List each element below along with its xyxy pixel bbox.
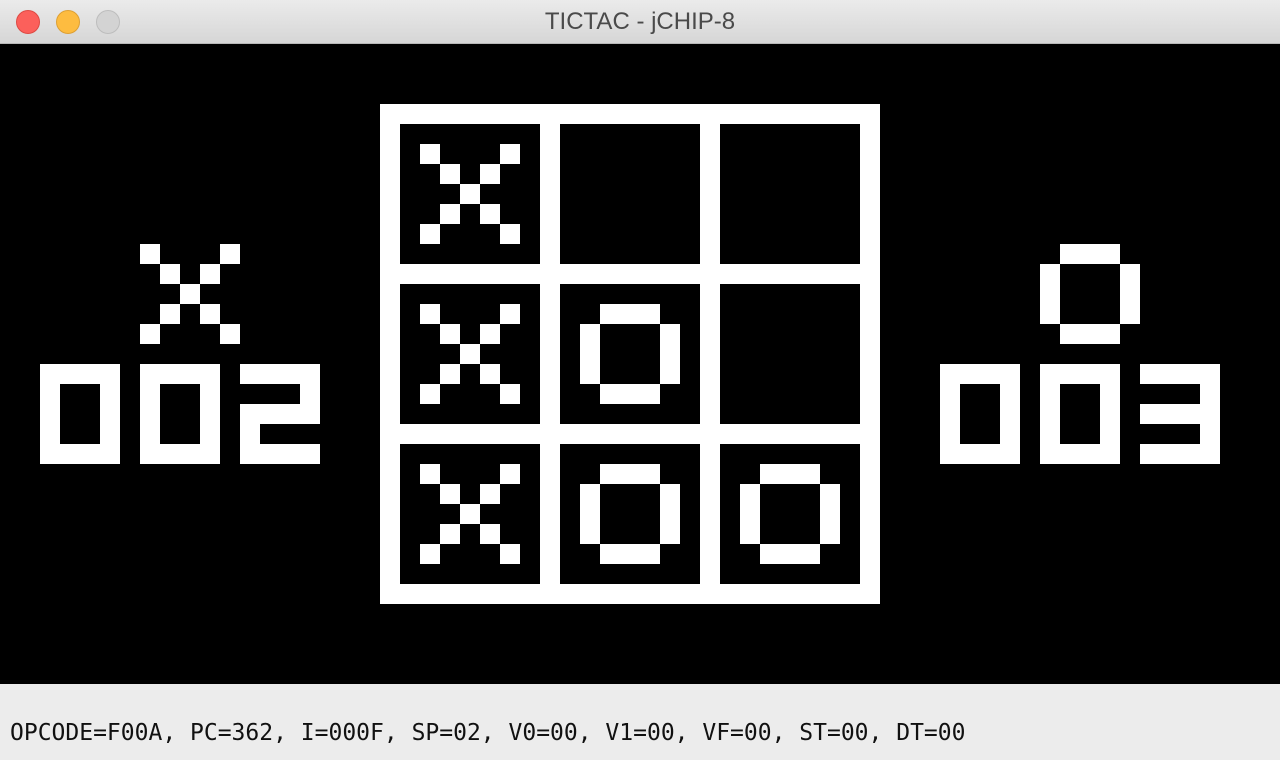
board-border-right	[860, 104, 880, 604]
display-canvas	[40, 104, 1220, 604]
board-line-h2	[380, 424, 880, 444]
board-line-v2	[700, 104, 720, 604]
chip8-display[interactable]	[0, 44, 1280, 684]
board-line-h1	[380, 264, 880, 284]
player-o-score	[940, 364, 1220, 464]
player-x-score	[40, 364, 320, 464]
board-cell-r3-c2	[580, 464, 680, 564]
player-x-symbol	[140, 244, 240, 344]
board-cell-r1-c1	[420, 144, 520, 244]
player-o-symbol	[1040, 244, 1140, 344]
board-line-v1	[540, 104, 560, 604]
board-border-left	[380, 104, 400, 604]
board-border-bottom	[380, 584, 880, 604]
board-cell-r2-c2	[580, 304, 680, 404]
board-cell-r3-c3	[740, 464, 840, 564]
board-border-top	[380, 104, 880, 124]
window-title: TICTAC - jCHIP-8	[544, 8, 736, 35]
board-cell-r3-c1	[420, 464, 520, 564]
title-bar: TICTAC - jCHIP-8	[0, 0, 1280, 44]
cpu-status-readout: OPCODE=F00A, PC=362, I=000F, SP=02, V0=0…	[10, 720, 966, 746]
board-cell-r2-c1	[420, 304, 520, 404]
